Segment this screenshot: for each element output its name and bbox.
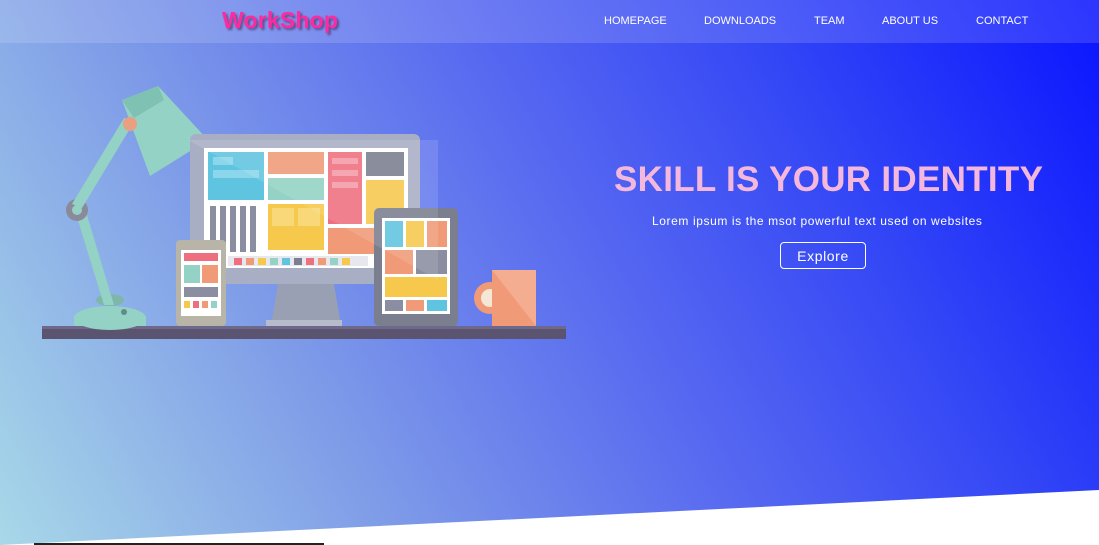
- nav-item-about-us[interactable]: ABOUT US: [882, 15, 938, 27]
- navbar: WorkShop HOMEPAGE DOWNLOADS TEAM ABOUT U…: [0, 0, 1099, 43]
- nav-item-team[interactable]: TEAM: [814, 15, 845, 27]
- hero-subtitle: Lorem ipsum is the msot powerful text us…: [652, 214, 983, 228]
- main-nav: HOMEPAGE DOWNLOADS TEAM ABOUT US CONTACT: [0, 15, 1099, 31]
- nav-item-homepage[interactable]: HOMEPAGE: [604, 15, 667, 27]
- nav-item-contact[interactable]: CONTACT: [976, 15, 1028, 27]
- mug-icon: [474, 270, 536, 326]
- explore-button[interactable]: Explore: [780, 242, 866, 269]
- nav-item-downloads[interactable]: DOWNLOADS: [704, 15, 776, 27]
- hero-title: SKILL IS YOUR IDENTITY: [614, 160, 1044, 199]
- phone-icon: [176, 240, 226, 326]
- desk-workspace-illustration: [42, 86, 566, 339]
